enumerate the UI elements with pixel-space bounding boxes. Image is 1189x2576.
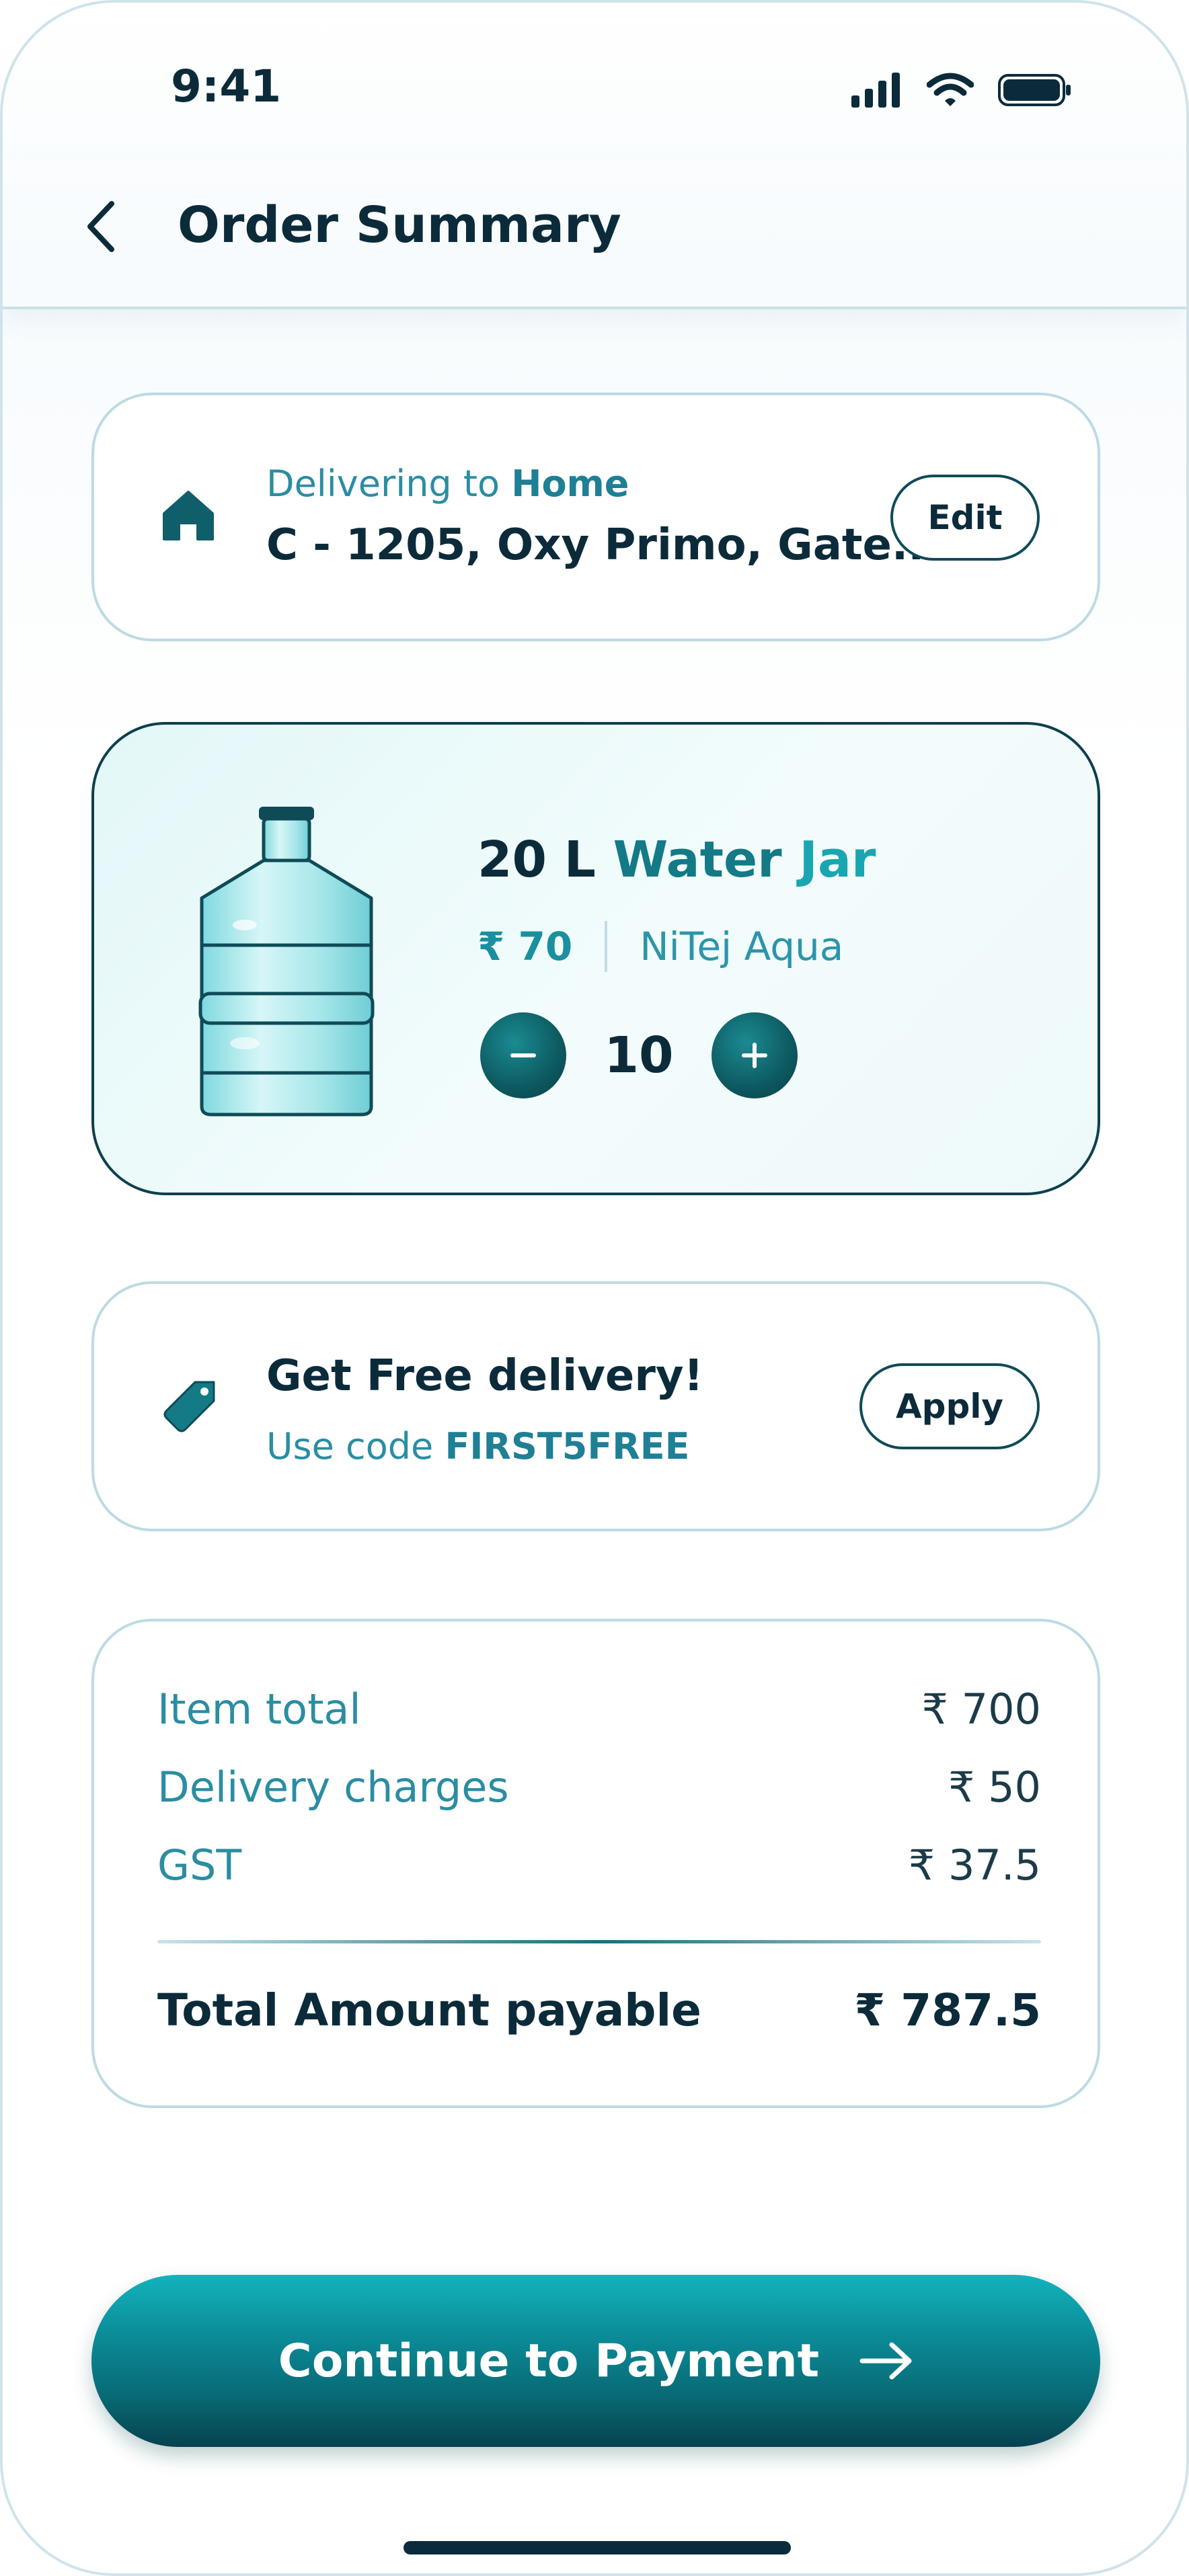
product-name-water: Water <box>613 831 782 889</box>
quantity-stepper: 10 <box>480 1012 798 1098</box>
promo-code: FIRST5FREE <box>445 1425 690 1467</box>
status-bar: 9:41 <box>3 3 1186 137</box>
apply-promo-button[interactable]: Apply <box>859 1363 1040 1449</box>
decrease-quantity-button[interactable] <box>480 1012 566 1098</box>
delivery-label-prefix: Delivering to <box>266 462 500 505</box>
plus-icon <box>742 1043 767 1068</box>
arrow-right-icon <box>859 2342 912 2380</box>
total-label: Total Amount payable <box>157 1984 701 2036</box>
bill-row-label: Item total <box>157 1685 361 1734</box>
promo-title: Get Free delivery! <box>266 1351 703 1401</box>
address-card: Delivering to Home C - 1205, Oxy Primo, … <box>91 393 1100 641</box>
price-divider <box>605 921 608 972</box>
signal-icon <box>851 73 900 108</box>
bill-total-row: Total Amount payable ₹ 787.5 <box>157 1984 1041 2036</box>
edit-address-button[interactable]: Edit <box>890 475 1040 561</box>
product-name: 20 L Water Jar <box>477 831 876 889</box>
tag-icon <box>163 1381 215 1433</box>
header: Order Summary <box>3 157 1186 309</box>
promo-card: Get Free delivery! Use code FIRST5FREE A… <box>91 1281 1100 1531</box>
status-icons <box>851 69 1072 112</box>
product-price: ₹ 70 <box>477 924 573 969</box>
increase-quantity-button[interactable] <box>712 1012 798 1098</box>
promo-subtitle: Use code FIRST5FREE <box>266 1425 690 1467</box>
continue-to-payment-button[interactable]: Continue to Payment <box>91 2275 1100 2447</box>
bill-row-item-total: Item total ₹ 700 <box>157 1685 1041 1734</box>
total-value: ₹ 787.5 <box>854 1984 1041 2036</box>
product-brand: NiTej Aqua <box>640 924 844 969</box>
bill-row-delivery: Delivery charges ₹ 50 <box>157 1763 1041 1812</box>
battery-icon <box>998 74 1071 106</box>
address-text: C - 1205, Oxy Primo, Gate... <box>266 520 941 570</box>
delivery-place: Home <box>511 462 629 505</box>
bill-details-card: Item total ₹ 700 Delivery charges ₹ 50 G… <box>91 1619 1100 2108</box>
water-jar-image <box>198 807 375 1117</box>
wifi-icon <box>927 73 974 106</box>
bill-divider <box>157 1940 1041 1943</box>
product-card: 20 L Water Jar ₹ 70 NiTej Aqua 10 <box>91 722 1100 1195</box>
delivery-label: Delivering to Home <box>266 462 629 505</box>
bill-row-label: Delivery charges <box>157 1763 509 1812</box>
phone-frame: 9:41 Order Summary Delivering to Home C … <box>0 0 1189 2576</box>
bill-row-value: ₹ 50 <box>948 1763 1041 1812</box>
bill-row-label: GST <box>157 1841 242 1890</box>
product-name-jar: Jar <box>799 831 876 889</box>
home-indicator <box>404 2541 791 2554</box>
product-name-size: 20 L <box>477 831 596 889</box>
back-button[interactable] <box>78 190 125 264</box>
promo-subtitle-prefix: Use code <box>266 1425 434 1467</box>
page-title: Order Summary <box>178 196 621 254</box>
bill-row-gst: GST ₹ 37.5 <box>157 1841 1041 1890</box>
minus-icon <box>510 1053 536 1057</box>
chevron-left-icon <box>87 201 114 252</box>
price-row: ₹ 70 NiTej Aqua <box>477 921 843 972</box>
status-time: 9:41 <box>171 61 282 112</box>
home-icon <box>163 491 214 540</box>
quantity-value: 10 <box>604 1027 674 1084</box>
continue-button-label: Continue to Payment <box>278 2334 820 2388</box>
bill-row-value: ₹ 700 <box>921 1685 1042 1734</box>
bill-row-value: ₹ 37.5 <box>908 1841 1041 1890</box>
